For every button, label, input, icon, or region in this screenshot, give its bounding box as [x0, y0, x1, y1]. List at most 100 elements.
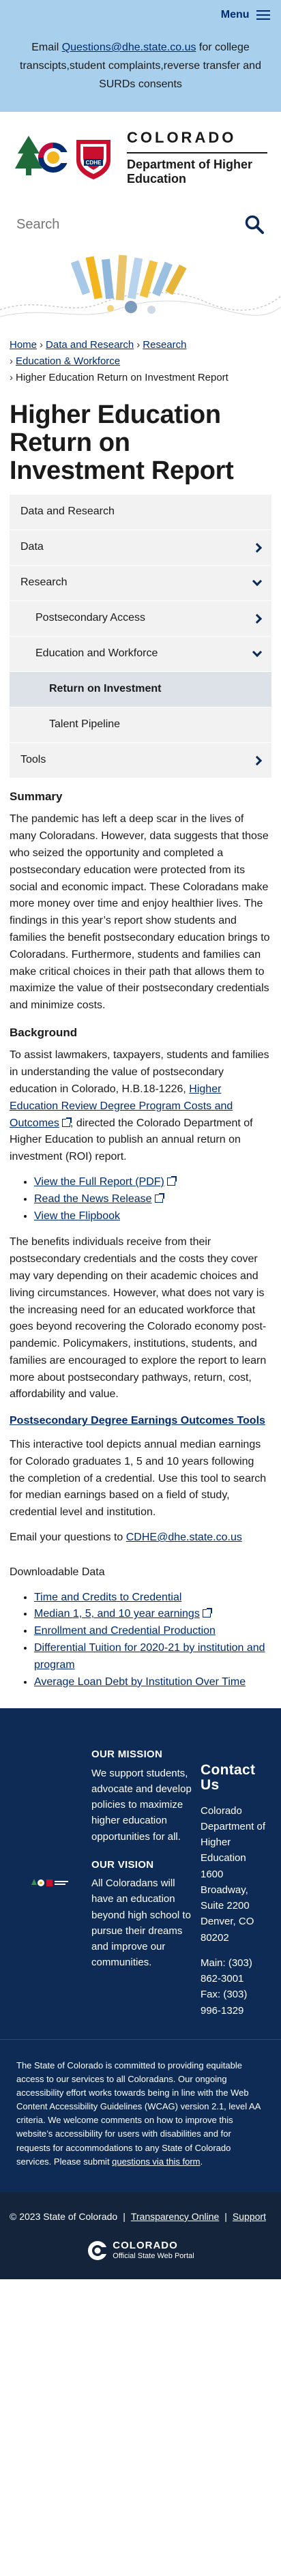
accessibility-statement: The State of Colorado is committed to pr…: [0, 2038, 281, 2192]
logo-state-name: COLORADO: [127, 126, 267, 154]
colorado-c-logo-icon: [88, 2240, 109, 2260]
external-link-icon: [166, 1175, 177, 1186]
chevron-down-icon: [252, 576, 263, 586]
official-portal-text: COLORADO Official State Web Portal: [113, 2240, 194, 2260]
colorado-official-portal-logo[interactable]: COLORADO Official State Web Portal: [10, 2237, 271, 2264]
site-footer: OUR MISSION We support students, advocat…: [0, 1708, 281, 2279]
nav-item-label: Return on Investment: [49, 683, 162, 695]
nav-item-research[interactable]: Research: [10, 566, 271, 602]
nav-item-data[interactable]: Data: [10, 530, 271, 566]
breadcrumb-research[interactable]: Research: [143, 339, 186, 351]
vision-text: All Coloradans will have an education be…: [91, 1877, 191, 1969]
report-links-list: View the Full Report (PDF) Read the News…: [34, 1174, 271, 1225]
nav-item-postsecondary-access[interactable]: Postsecondary Access: [10, 601, 271, 637]
contact-main-phone[interactable]: Main: (303) 862-3001: [201, 1955, 269, 1987]
top-alert-banner: Menu Email Questions@dhe.state.co.us for…: [0, 0, 281, 112]
chevron-down-icon: [252, 647, 263, 657]
official-portal-tagline: Official State Web Portal: [113, 2251, 194, 2260]
footer-bottom: © 2023 State of Colorado | Transparency …: [0, 2191, 281, 2279]
cdhe-footer-logo-icon: [31, 1878, 68, 1886]
nav-item-return-on-investment[interactable]: Return on Investment: [10, 672, 271, 708]
breadcrumb-home[interactable]: Home: [10, 339, 37, 351]
cdhe-logo-icon: CDHE: [14, 130, 116, 182]
banner-text-start: Email: [31, 42, 62, 53]
footer-main: OUR MISSION We support students, advocat…: [0, 1708, 281, 2039]
chevron-right-icon: [252, 755, 263, 765]
nav-item-data-and-research[interactable]: Data and Research: [10, 495, 271, 531]
list-item: View the Full Report (PDF): [34, 1174, 271, 1191]
breadcrumb: Home › Data and Research › Research › Educati…: [0, 330, 281, 386]
nav-item-label: Data and Research: [20, 506, 115, 518]
breadcrumb-data-and-research[interactable]: Data and Research: [46, 339, 134, 351]
accessibility-form-link[interactable]: questions via this form: [112, 2156, 200, 2167]
hamburger-icon: [256, 10, 270, 20]
decorative-header-illustration: [0, 248, 281, 330]
external-link-icon: [61, 1117, 72, 1127]
background-heading: Background: [10, 1026, 78, 1039]
banner-message: Email Questions@dhe.state.co.us for coll…: [11, 25, 270, 94]
email-text: Email your questions to: [10, 1532, 126, 1544]
nav-item-talent-pipeline[interactable]: Talent Pipeline: [10, 707, 271, 744]
earnings-tool-link[interactable]: Postsecondary Degree Earnings Outcomes T…: [10, 1413, 271, 1430]
flipbook-link[interactable]: View the Flipbook: [34, 1210, 120, 1222]
cdhe-badge-text: CDHE: [86, 160, 102, 166]
external-link-icon: [202, 1608, 212, 1618]
tool-description: This interactive tool depicts annual med…: [10, 1439, 267, 1519]
background-text-start: To assist lawmakers, taxpayers, students…: [10, 1049, 269, 1095]
footer-links: © 2023 State of Colorado | Transparency …: [10, 2210, 271, 2225]
site-header-logo[interactable]: CDHE COLORADO Department of Higher Educa…: [0, 112, 281, 201]
vision-heading: OUR VISION: [91, 1858, 154, 1871]
chevron-right-icon: [252, 542, 263, 553]
footer-logo[interactable]: [10, 1746, 91, 2018]
logo-department-name: Department of Higher Education: [127, 158, 253, 186]
accessibility-text-end: .: [200, 2156, 203, 2167]
background-paragraph: To assist lawmakers, taxpayers, students…: [10, 1047, 271, 1166]
copyright: © 2023 State of Colorado: [10, 2210, 118, 2222]
download-differential-tuition[interactable]: Differential Tuition for 2020-21 by inst…: [34, 1642, 265, 1671]
nav-item-label: Research: [20, 576, 68, 589]
download-time-and-credits[interactable]: Time and Credits to Credential: [34, 1592, 181, 1603]
downloadable-data-heading: Downloadable Data: [10, 1566, 105, 1578]
nav-item-education-and-workforce[interactable]: Education and Workforce: [10, 636, 271, 673]
nav-item-label: Postsecondary Access: [35, 612, 145, 624]
support-link[interactable]: Support: [233, 2210, 266, 2225]
breadcrumb-separator: ›: [10, 355, 13, 367]
list-item: Average Loan Debt by Institution Over Ti…: [34, 1674, 271, 1691]
section-navigation: Data and Research Data Research Postseco…: [10, 495, 271, 779]
contact-heading: Contact Us: [201, 1762, 256, 1794]
breadcrumb-separator: ›: [40, 339, 44, 351]
download-enrollment[interactable]: Enrollment and Credential Production: [34, 1625, 216, 1637]
contact-fax: Fax: (303) 996-1329: [201, 1989, 248, 2017]
official-portal-name: COLORADO: [113, 2240, 178, 2252]
news-release-link[interactable]: Read the News Release: [34, 1193, 152, 1205]
main-content: Summary The pandemic has left a deep sca…: [0, 788, 281, 1690]
search-bar: [0, 201, 281, 248]
breadcrumb-current: Higher Education Return on Investment Re…: [16, 372, 228, 383]
search-icon: [245, 215, 264, 234]
email-questions: Email your questions to CDHE@dhe.state.c…: [10, 1530, 271, 1547]
search-input[interactable]: [16, 216, 221, 233]
divider: |: [123, 2210, 125, 2222]
nav-item-label: Tools: [20, 754, 46, 766]
footer-contact: Contact Us Colorado Department of Higher…: [194, 1746, 269, 2018]
benefits-paragraph: The benefits individuals receive from th…: [10, 1236, 267, 1401]
cdhe-email-link[interactable]: CDHE@dhe.state.co.us: [126, 1532, 242, 1543]
nav-item-tools[interactable]: Tools: [10, 743, 271, 779]
download-median-earnings[interactable]: Median 1, 5, and 10 year earnings: [34, 1608, 200, 1620]
nav-item-label: Talent Pipeline: [49, 718, 121, 731]
menu-button[interactable]: Menu: [11, 7, 270, 25]
footer-mission-vision: OUR MISSION We support students, advocat…: [91, 1746, 194, 2018]
list-item: Enrollment and Credential Production: [34, 1623, 271, 1640]
breadcrumb-education-workforce[interactable]: Education & Workforce: [16, 355, 120, 367]
download-average-loan-debt[interactable]: Average Loan Debt by Institution Over Ti…: [34, 1676, 246, 1688]
breadcrumb-separator: ›: [136, 339, 140, 351]
transparency-online-link[interactable]: Transparency Online: [131, 2210, 219, 2225]
nav-item-label: Data: [20, 541, 44, 553]
banner-email-link[interactable]: Questions@dhe.state.co.us: [62, 42, 196, 53]
search-button[interactable]: [244, 214, 265, 235]
menu-label: Menu: [220, 9, 250, 20]
breadcrumb-separator: ›: [10, 372, 13, 383]
full-report-link[interactable]: View the Full Report (PDF): [34, 1176, 164, 1188]
divider: |: [224, 2210, 227, 2222]
downloads-list: Time and Credits to Credential Median 1,…: [34, 1590, 271, 1691]
